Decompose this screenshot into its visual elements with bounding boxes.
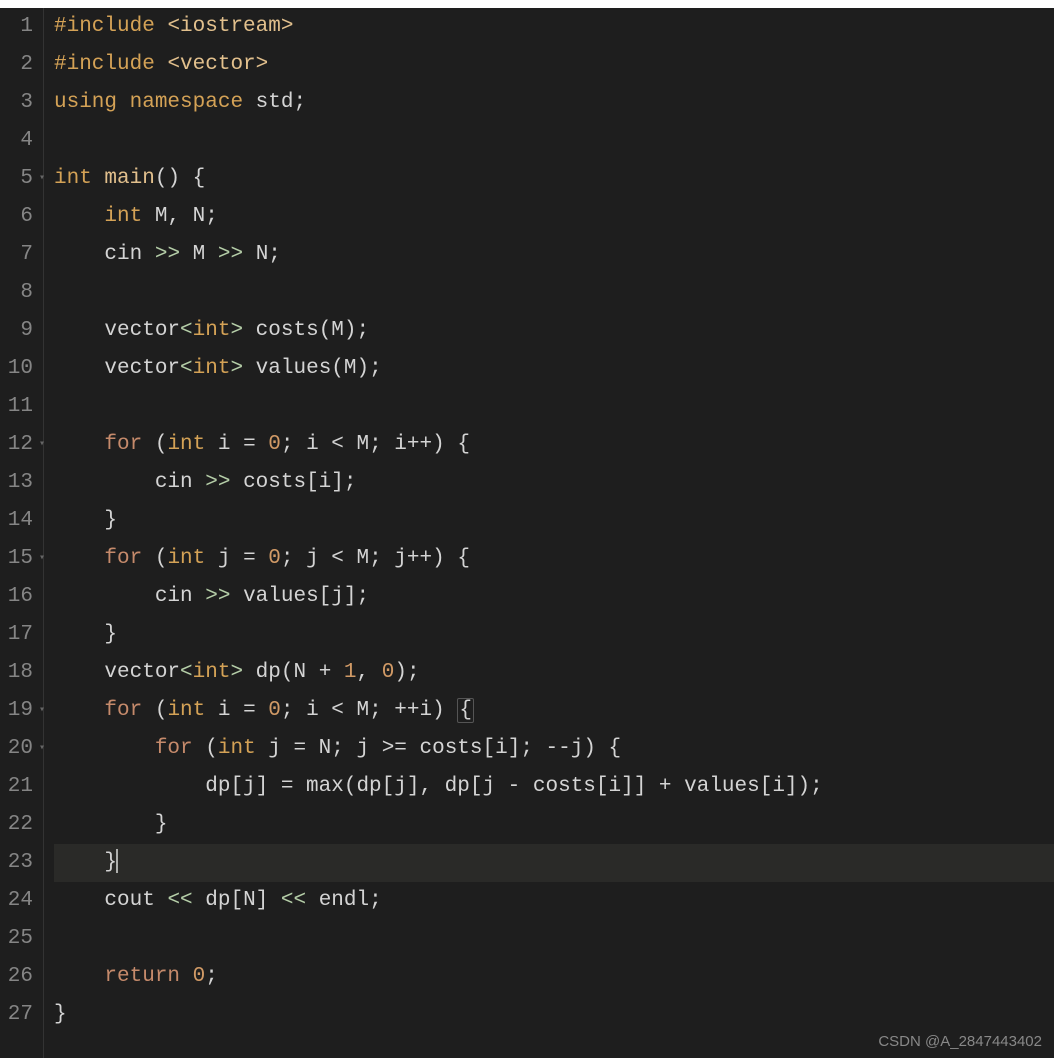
line-number[interactable]: 10 — [6, 350, 33, 388]
line-number[interactable]: 25 — [6, 920, 33, 958]
line-number[interactable]: 14 — [6, 502, 33, 540]
line-number[interactable]: 20▾ — [6, 730, 33, 768]
line-number[interactable]: 4 — [6, 122, 33, 160]
code-line[interactable]: #include <vector> — [54, 46, 1054, 84]
line-number[interactable]: 3 — [6, 84, 33, 122]
code-line[interactable]: for (int i = 0; i < M; i++) { — [54, 426, 1054, 464]
code-line[interactable]: dp[j] = max(dp[j], dp[j - costs[i]] + va… — [54, 768, 1054, 806]
code-line[interactable]: int main() { — [54, 160, 1054, 198]
line-number[interactable]: 19▾ — [6, 692, 33, 730]
line-number[interactable]: 11 — [6, 388, 33, 426]
code-line[interactable]: } — [54, 616, 1054, 654]
line-number[interactable]: 1 — [6, 8, 33, 46]
code-line[interactable] — [54, 122, 1054, 160]
matched-bracket: { — [457, 698, 474, 723]
line-number[interactable]: 12▾ — [6, 426, 33, 464]
code-line[interactable]: vector<int> values(M); — [54, 350, 1054, 388]
line-number[interactable]: 26 — [6, 958, 33, 996]
code-line[interactable] — [54, 274, 1054, 312]
line-number[interactable]: 6 — [6, 198, 33, 236]
code-line[interactable]: return 0; — [54, 958, 1054, 996]
line-number[interactable]: 7 — [6, 236, 33, 274]
code-line[interactable]: cin >> values[j]; — [54, 578, 1054, 616]
line-number[interactable]: 17 — [6, 616, 33, 654]
line-number[interactable]: 2 — [6, 46, 33, 84]
code-line[interactable]: } — [54, 806, 1054, 844]
code-line[interactable]: #include <iostream> — [54, 8, 1054, 46]
code-line[interactable]: vector<int> costs(M); — [54, 312, 1054, 350]
line-number[interactable]: 21 — [6, 768, 33, 806]
code-line[interactable]: for (int j = N; j >= costs[i]; --j) { — [54, 730, 1054, 768]
code-line[interactable]: vector<int> dp(N + 1, 0); — [54, 654, 1054, 692]
code-line[interactable]: using namespace std; — [54, 84, 1054, 122]
line-number[interactable]: 5▾ — [6, 160, 33, 198]
line-number[interactable]: 24 — [6, 882, 33, 920]
code-line[interactable]: for (int i = 0; i < M; ++i) { — [54, 692, 1054, 730]
line-number[interactable]: 13 — [6, 464, 33, 502]
line-number[interactable]: 16 — [6, 578, 33, 616]
code-line[interactable]: int M, N; — [54, 198, 1054, 236]
line-number-gutter[interactable]: 1 2 3 4 5▾ 6 7 8 9 10 11 12▾ 13 14 15▾ 1… — [0, 8, 44, 1058]
code-line[interactable]: cout << dp[N] << endl; — [54, 882, 1054, 920]
line-number[interactable]: 18 — [6, 654, 33, 692]
top-border — [0, 0, 1054, 8]
code-line[interactable]: for (int j = 0; j < M; j++) { — [54, 540, 1054, 578]
code-line[interactable]: cin >> costs[i]; — [54, 464, 1054, 502]
line-number[interactable]: 23 — [6, 844, 33, 882]
line-number[interactable]: 15▾ — [6, 540, 33, 578]
code-line[interactable]: } — [54, 502, 1054, 540]
code-line[interactable]: } — [54, 996, 1054, 1034]
line-number[interactable]: 8 — [6, 274, 33, 312]
watermark-text: CSDN @A_2847443402 — [878, 1033, 1042, 1050]
code-line[interactable]: cin >> M >> N; — [54, 236, 1054, 274]
code-line[interactable] — [54, 388, 1054, 426]
line-number[interactable]: 27 — [6, 996, 33, 1034]
text-cursor — [116, 849, 118, 873]
code-line-current[interactable]: } — [54, 844, 1054, 882]
code-line[interactable] — [54, 920, 1054, 958]
code-editor: 1 2 3 4 5▾ 6 7 8 9 10 11 12▾ 13 14 15▾ 1… — [0, 8, 1054, 1058]
line-number[interactable]: 9 — [6, 312, 33, 350]
code-content[interactable]: #include <iostream> #include <vector> us… — [44, 8, 1054, 1058]
line-number[interactable]: 22 — [6, 806, 33, 844]
